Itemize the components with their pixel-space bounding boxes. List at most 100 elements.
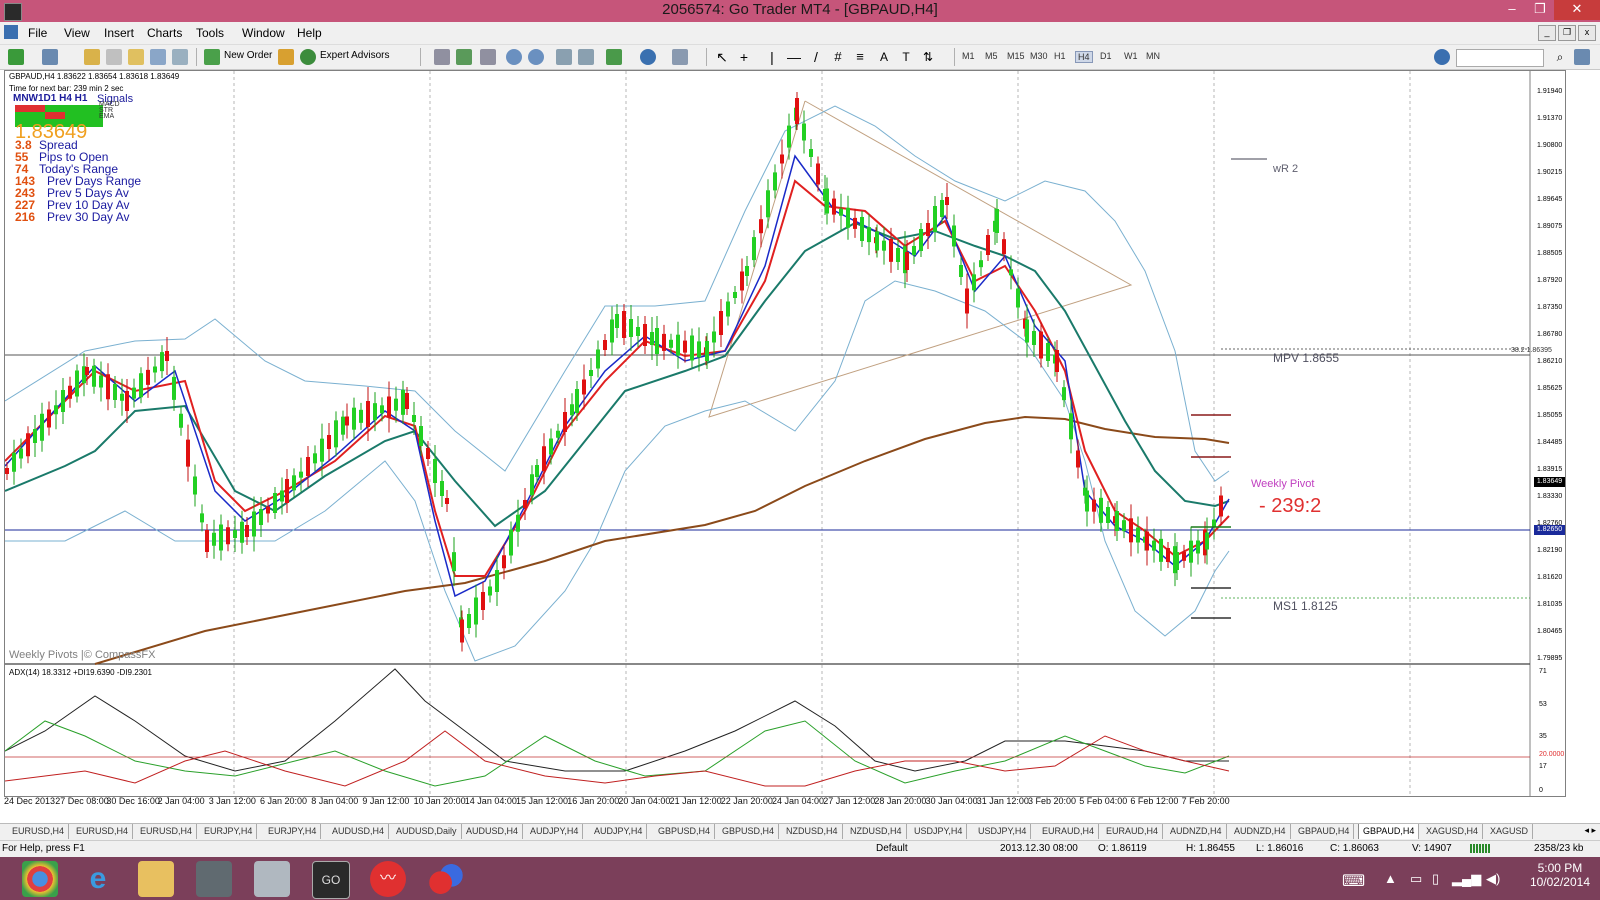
bar-chart-icon[interactable] [434, 49, 450, 65]
community-icon[interactable] [1434, 49, 1450, 65]
menu-charts[interactable]: Charts [147, 26, 182, 40]
channel-icon[interactable]: # [830, 49, 846, 65]
chart-tab[interactable]: EURAUD,H4 [1038, 824, 1100, 839]
trendline-icon[interactable]: / [808, 49, 824, 65]
timeframe-m1[interactable]: M1 [962, 51, 975, 61]
chart-tab[interactable]: EURUSD,H4 [136, 824, 198, 839]
text-icon[interactable]: A [876, 49, 892, 65]
auto-scroll-icon[interactable] [556, 49, 572, 65]
timeframe-mn[interactable]: MN [1146, 51, 1160, 61]
menu-help[interactable]: Help [297, 26, 322, 40]
minimize-button[interactable]: – [1498, 0, 1526, 20]
timeframe-m15[interactable]: M15 [1007, 51, 1025, 61]
chart-tab[interactable]: AUDJPY,H4 [590, 824, 648, 839]
chart-tab[interactable]: AUDNZD,H4 [1230, 824, 1291, 839]
arrows-icon[interactable]: ⇅ [920, 49, 936, 65]
timeframe-m30[interactable]: M30 [1030, 51, 1048, 61]
cursor-icon[interactable]: ↖ [714, 49, 730, 65]
chart-tab[interactable]: EURUSD,H4 [8, 824, 70, 839]
chart-tab[interactable]: EURJPY,H4 [200, 824, 258, 839]
timeframe-d1[interactable]: D1 [1100, 51, 1112, 61]
expert-advisors-button[interactable]: Expert Advisors [320, 50, 389, 61]
chart-tab[interactable]: EURUSD,H4 [72, 824, 134, 839]
file-explorer-icon[interactable] [138, 861, 174, 897]
control-panel-icon[interactable] [196, 861, 232, 897]
strategy-tester-icon[interactable] [172, 49, 188, 65]
navigator-icon[interactable] [128, 49, 144, 65]
indicators-icon[interactable] [606, 49, 622, 65]
chart-tab[interactable]: AUDUSD,Daily [392, 824, 462, 839]
new-order-icon[interactable] [204, 49, 220, 65]
chart-tab[interactable]: USDJPY,H4 [974, 824, 1032, 839]
chat-icon[interactable] [1574, 49, 1590, 65]
vertical-line-icon[interactable]: | [764, 49, 780, 65]
terminal-icon[interactable] [150, 49, 166, 65]
menu-file[interactable]: File [28, 26, 47, 40]
menu-view[interactable]: View [64, 26, 90, 40]
keyboard-icon[interactable]: ⌨ [1342, 871, 1365, 891]
text-label-icon[interactable]: T [898, 49, 914, 65]
chrome-icon[interactable] [22, 861, 58, 897]
timeframe-h1[interactable]: H1 [1054, 51, 1066, 61]
close-button[interactable]: ✕ [1554, 0, 1600, 20]
metaeditor-icon[interactable] [278, 49, 294, 65]
volume-icon[interactable]: ◀) [1486, 871, 1500, 887]
chart-tab[interactable]: NZDUSD,H4 [782, 824, 843, 839]
chart-tab[interactable]: AUDJPY,H4 [526, 824, 584, 839]
chart-area[interactable]: GBPAUD,H4 1.83622 1.83654 1.83618 1.8364… [4, 70, 1566, 797]
line-chart-icon[interactable] [480, 49, 496, 65]
chart-tab[interactable]: XAGUSD [1486, 824, 1534, 839]
new-order-button[interactable]: New Order [224, 50, 272, 61]
timeframe-m5[interactable]: M5 [985, 51, 998, 61]
battery-icon[interactable]: ▯ [1432, 871, 1439, 887]
fibonacci-icon[interactable]: ≡ [852, 49, 868, 65]
chart-tab[interactable]: GBPUSD,H4 [718, 824, 780, 839]
tab-scroll-arrows-icon[interactable]: ◂ ▸ [1584, 825, 1596, 836]
tray-expand-icon[interactable]: ▲ [1384, 871, 1397, 886]
data-window-icon[interactable] [106, 49, 122, 65]
mdi-minimize-button[interactable]: _ [1538, 25, 1556, 41]
internet-explorer-icon[interactable]: e [80, 861, 116, 897]
chart-tab[interactable]: GBPAUD,H4 [1358, 824, 1420, 839]
search-input[interactable] [1456, 49, 1544, 67]
market-watch-icon[interactable] [84, 49, 100, 65]
mdi-restore-button[interactable]: ❐ [1558, 25, 1576, 41]
chart-tab[interactable]: GBPUSD,H4 [654, 824, 716, 839]
timeframe-h4[interactable]: H4 [1075, 51, 1093, 63]
timeframe-w1[interactable]: W1 [1124, 51, 1138, 61]
go-trader-icon[interactable]: GO [312, 861, 350, 899]
messenger-icon[interactable] [428, 861, 464, 897]
profiles-icon[interactable] [42, 49, 58, 65]
analytics-app-icon[interactable]: 〰 [370, 861, 406, 897]
horizontal-line-icon[interactable]: — [786, 49, 802, 65]
candlesticks-icon[interactable] [456, 49, 472, 65]
network-icon[interactable]: ▂▄▆ [1452, 871, 1481, 887]
chart-window-icon[interactable] [4, 25, 18, 39]
chart-tab[interactable]: AUDUSD,H4 [462, 824, 524, 839]
chart-tab[interactable]: AUDUSD,H4 [328, 824, 390, 839]
chart-tab[interactable]: USDJPY,H4 [910, 824, 968, 839]
tray-app-icon[interactable]: ▭ [1410, 871, 1422, 887]
chart-tab[interactable]: GBPAUD,H4 [1294, 824, 1355, 839]
menu-window[interactable]: Window [242, 26, 285, 40]
chart-tab[interactable]: XAGUSD,H4 [1422, 824, 1484, 839]
chart-tab[interactable]: EURJPY,H4 [264, 824, 322, 839]
mdi-close-button[interactable]: x [1578, 25, 1596, 41]
zoom-out-icon[interactable] [528, 49, 544, 65]
chart-tab[interactable]: AUDNZD,H4 [1166, 824, 1227, 839]
calculator-icon[interactable] [254, 861, 290, 897]
clock[interactable]: 5:00 PM 10/02/2014 [1530, 861, 1590, 889]
chart-tab[interactable]: NZDUSD,H4 [846, 824, 907, 839]
menu-tools[interactable]: Tools [196, 26, 224, 40]
crosshair-icon[interactable]: + [736, 49, 752, 65]
expert-advisors-icon[interactable] [300, 49, 316, 65]
chart-tab[interactable]: EURAUD,H4 [1102, 824, 1164, 839]
search-icon[interactable]: ⌕ [1552, 49, 1568, 65]
chart-shift-icon[interactable] [578, 49, 594, 65]
menu-insert[interactable]: Insert [104, 26, 134, 40]
maximize-button[interactable]: ❐ [1526, 0, 1554, 20]
new-chart-icon[interactable] [8, 49, 24, 65]
periods-icon[interactable] [640, 49, 656, 65]
zoom-in-icon[interactable] [506, 49, 522, 65]
templates-icon[interactable] [672, 49, 688, 65]
